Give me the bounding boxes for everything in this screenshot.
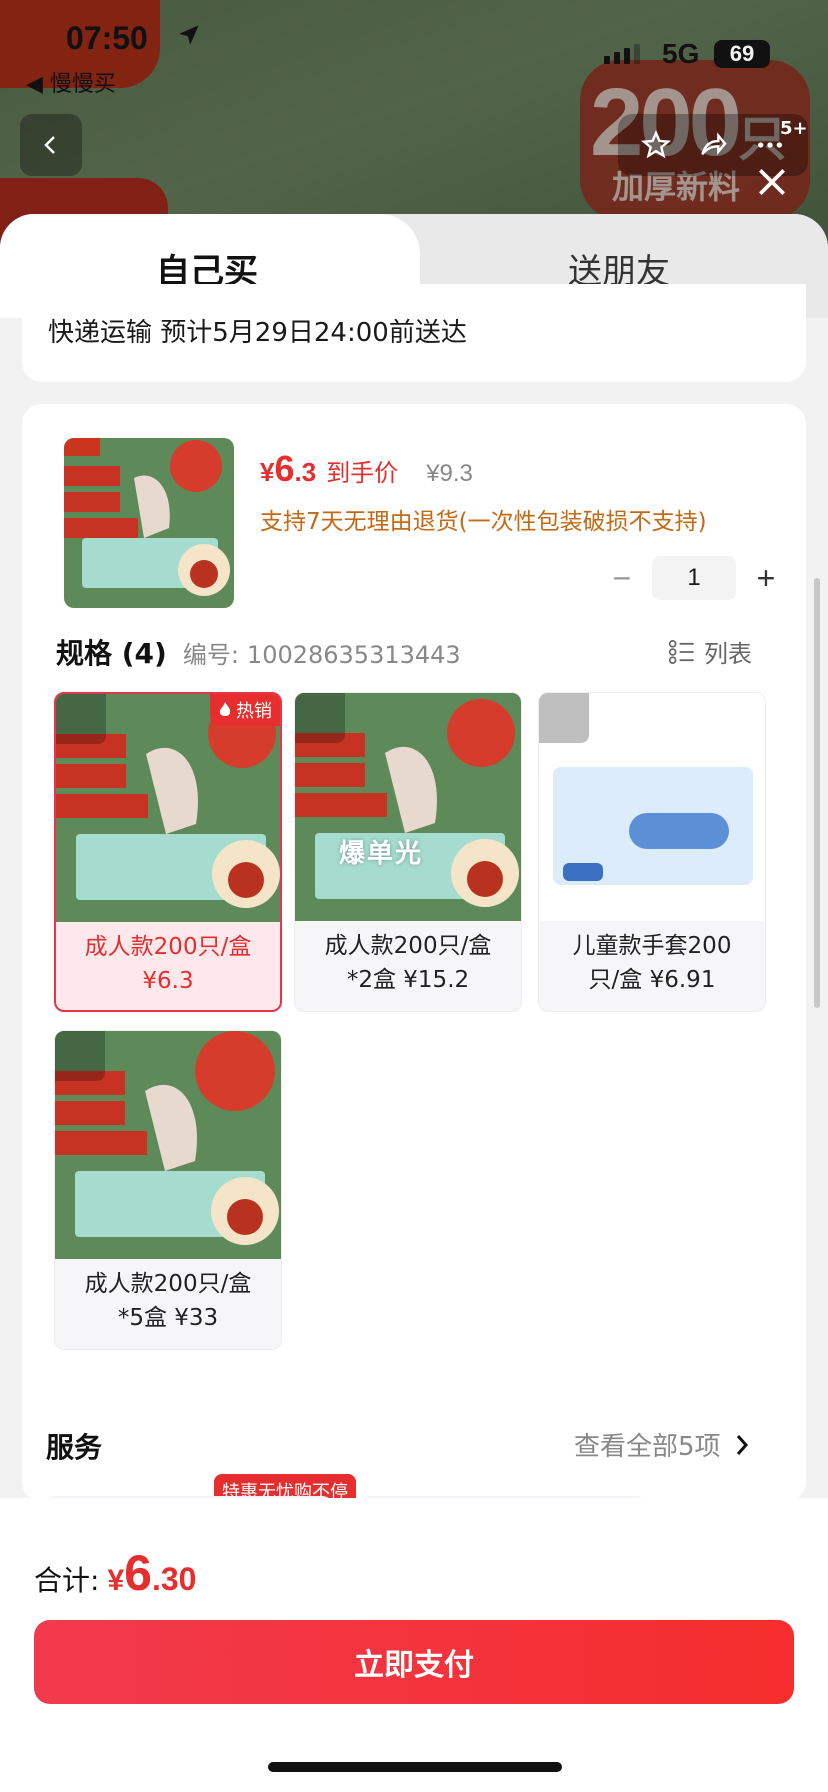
services-view-all-label: 查看全部5项 bbox=[574, 1432, 721, 1462]
spec-header: 规格 (4) 编号: 10028635313443 bbox=[56, 632, 461, 672]
variant-label-line1: 成人款200只/盒 bbox=[84, 1271, 252, 1297]
notification-count: 5+ bbox=[780, 118, 808, 139]
status-time: 07:50 bbox=[66, 20, 148, 56]
variant-label: 儿童款手套200 只/盒 ¥6.91 bbox=[539, 929, 765, 997]
total-dec: .30 bbox=[151, 1561, 197, 1597]
increase-button[interactable]: + bbox=[746, 558, 786, 598]
close-icon[interactable] bbox=[752, 162, 792, 202]
total-symbol: ¥ bbox=[107, 1564, 125, 1597]
chevron-left-icon bbox=[44, 136, 55, 154]
variant-label-line1: 儿童款手套200 bbox=[572, 933, 732, 959]
home-indicator[interactable] bbox=[268, 1762, 562, 1772]
price-symbol: ¥ bbox=[260, 457, 275, 487]
checkout-bar: 合计: ¥ 6 .30 立即支付 bbox=[0, 1498, 828, 1792]
price-dec: .3 bbox=[294, 457, 317, 487]
price-row: ¥ 6 .3 到手价 ¥9.3 bbox=[260, 448, 473, 490]
services-view-all[interactable]: 查看全部5项 bbox=[574, 1426, 751, 1463]
price-int: 6 bbox=[274, 448, 295, 489]
star-icon[interactable] bbox=[640, 129, 672, 161]
total-label: 合计: bbox=[34, 1564, 100, 1597]
quantity-stepper: − 1 + bbox=[602, 556, 786, 600]
variant-option-3[interactable]: 儿童款手套200 只/盒 ¥6.91 bbox=[538, 692, 766, 1012]
expand-icon[interactable] bbox=[295, 693, 345, 743]
back-button[interactable] bbox=[20, 114, 82, 176]
variant-label-line1: 成人款200只/盒 bbox=[324, 933, 492, 959]
back-to-app-link[interactable]: ◀ 慢慢买 bbox=[26, 66, 116, 98]
variant-label-line1: 成人款200只/盒 bbox=[84, 934, 252, 960]
location-arrow-icon bbox=[179, 25, 199, 45]
list-view-toggle[interactable]: 列表 bbox=[668, 634, 752, 669]
variant-option-4[interactable]: 成人款200只/盒 *5盒 ¥33 bbox=[54, 1030, 282, 1350]
variant-label-line2: 只/盒 ¥6.91 bbox=[588, 967, 716, 993]
spec-title: 规格 (4) bbox=[56, 637, 167, 670]
variant-option-2[interactable]: 爆单光 成人款200只/盒 *2盒 ¥15.2 bbox=[294, 692, 522, 1012]
decrease-button[interactable]: − bbox=[602, 558, 642, 598]
variant-label-line2: ¥6.3 bbox=[142, 968, 194, 994]
return-policy: 支持7天无理由退货(一次性包装破损不支持) bbox=[260, 509, 707, 535]
chevron-right-icon bbox=[736, 1434, 748, 1455]
spec-id-label: 编号: bbox=[182, 641, 239, 669]
original-price: ¥9.3 bbox=[426, 460, 473, 487]
network-type: 5G bbox=[662, 38, 700, 69]
total-row: 合计: ¥ 6 .30 bbox=[34, 1544, 196, 1602]
variant-label: 成人款200只/盒 *5盒 ¥33 bbox=[55, 1267, 281, 1335]
hot-badge: 热销 bbox=[210, 694, 280, 726]
share-icon[interactable] bbox=[697, 129, 729, 161]
delivery-card: 快递运输 预计5月29日24:00前送达 bbox=[22, 284, 806, 382]
variant-option-1[interactable]: 热销 成人款200只/盒 ¥6.3 bbox=[54, 692, 282, 1012]
total-int: 6 bbox=[124, 1545, 152, 1601]
expand-icon[interactable] bbox=[55, 1031, 105, 1081]
expand-icon[interactable] bbox=[539, 693, 589, 743]
list-toggle-label: 列表 bbox=[704, 640, 752, 668]
hot-badge-label: 热销 bbox=[236, 701, 272, 722]
scrollbar[interactable] bbox=[814, 578, 820, 1008]
product-thumbnail[interactable] bbox=[64, 438, 234, 608]
product-card: ¥ 6 .3 到手价 ¥9.3 支持7天无理由退货(一次性包装破损不支持) − … bbox=[22, 404, 806, 1536]
signal-icon bbox=[604, 44, 640, 64]
services-title: 服务 bbox=[46, 1431, 103, 1464]
variant-label: 成人款200只/盒 *2盒 ¥15.2 bbox=[295, 929, 521, 997]
quantity-value[interactable]: 1 bbox=[652, 556, 736, 600]
variant-label-line2: *5盒 ¥33 bbox=[117, 1305, 219, 1331]
pay-now-button[interactable]: 立即支付 bbox=[34, 1620, 794, 1704]
delivery-estimate: 快递运输 预计5月29日24:00前送达 bbox=[48, 318, 467, 348]
fire-icon bbox=[219, 702, 231, 716]
variant-label-line2: *2盒 ¥15.2 bbox=[346, 967, 470, 993]
list-icon bbox=[668, 639, 694, 664]
variant-label: 成人款200只/盒 ¥6.3 bbox=[56, 930, 280, 998]
battery-icon: 69 bbox=[714, 40, 770, 68]
spec-id-value: 10028635313443 bbox=[246, 641, 461, 669]
expand-icon[interactable] bbox=[56, 694, 106, 744]
price-tag: 到手价 bbox=[326, 459, 399, 487]
watermark-text: 爆单光 bbox=[339, 839, 424, 869]
